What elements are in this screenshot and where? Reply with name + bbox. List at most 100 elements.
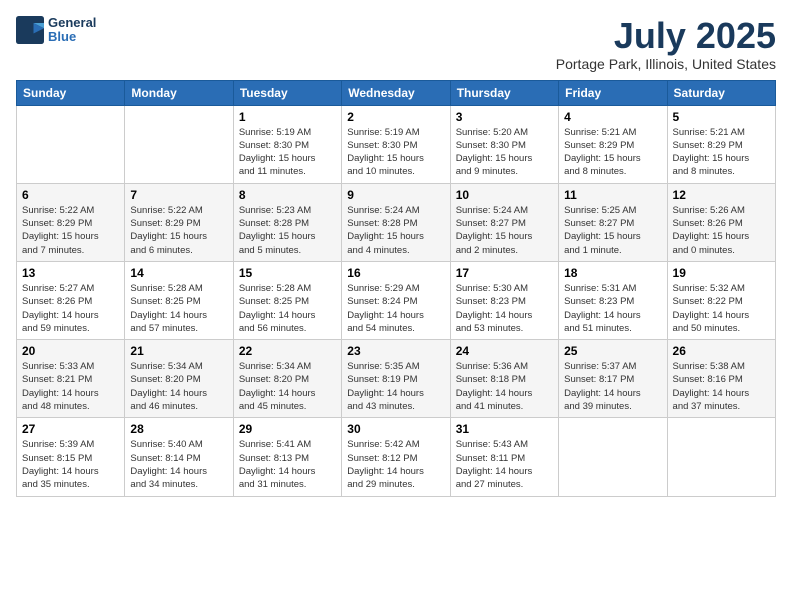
logo-line2: Blue	[48, 30, 96, 44]
day-info: Sunrise: 5:32 AM Sunset: 8:22 PM Dayligh…	[673, 282, 770, 335]
location: Portage Park, Illinois, United States	[556, 56, 776, 72]
day-number: 16	[347, 266, 444, 280]
day-number: 4	[564, 110, 661, 124]
day-number: 12	[673, 188, 770, 202]
calendar-cell: 10Sunrise: 5:24 AM Sunset: 8:27 PM Dayli…	[450, 183, 558, 261]
calendar-cell: 21 Sunrise: 5:34 AM Sunset: 8:20 PM Dayli…	[125, 340, 233, 418]
calendar-cell: 12 Sunrise: 5:26 AM Sunset: 8:26 PM Dayli…	[667, 183, 775, 261]
month-title: July 2025	[556, 16, 776, 56]
calendar-cell: 2 Sunrise: 5:19 AM Sunset: 8:30 PM Daylig…	[342, 105, 450, 183]
day-info: Sunrise: 5:40 AM Sunset: 8:14 PM Dayligh…	[130, 438, 227, 491]
day-number: 23	[347, 344, 444, 358]
calendar-cell: 15 Sunrise: 5:28 AM Sunset: 8:25 PM Dayli…	[233, 261, 341, 339]
calendar-cell: 7 Sunrise: 5:22 AM Sunset: 8:29 PM Daylig…	[125, 183, 233, 261]
day-info: Sunrise: 5:37 AM Sunset: 8:17 PM Dayligh…	[564, 360, 661, 413]
day-number: 9	[347, 188, 444, 202]
day-number: 31	[456, 422, 553, 436]
calendar-cell: 17Sunrise: 5:30 AM Sunset: 8:23 PM Dayli…	[450, 261, 558, 339]
day-info: Sunrise: 5:41 AM Sunset: 8:13 PM Dayligh…	[239, 438, 336, 491]
day-info: Sunrise: 5:19 AM Sunset: 8:30 PM Dayligh…	[239, 126, 336, 179]
day-info: Sunrise: 5:22 AM Sunset: 8:29 PM Dayligh…	[22, 204, 119, 257]
day-number: 8	[239, 188, 336, 202]
day-number: 22	[239, 344, 336, 358]
day-number: 28	[130, 422, 227, 436]
weekday-header-row: SundayMondayTuesdayWednesdayThursdayFrid…	[17, 80, 776, 105]
calendar-week-3: 13 Sunrise: 5:27 AM Sunset: 8:26 PM Dayli…	[17, 261, 776, 339]
day-info: Sunrise: 5:19 AM Sunset: 8:30 PM Dayligh…	[347, 126, 444, 179]
title-block: July 2025 Portage Park, Illinois, United…	[556, 16, 776, 72]
weekday-header-monday: Monday	[125, 80, 233, 105]
day-number: 30	[347, 422, 444, 436]
day-info: Sunrise: 5:39 AM Sunset: 8:15 PM Dayligh…	[22, 438, 119, 491]
calendar-cell: 16 Sunrise: 5:29 AM Sunset: 8:24 PM Dayli…	[342, 261, 450, 339]
calendar-cell: 24Sunrise: 5:36 AM Sunset: 8:18 PM Dayli…	[450, 340, 558, 418]
day-number: 29	[239, 422, 336, 436]
day-number: 7	[130, 188, 227, 202]
day-number: 10	[456, 188, 553, 202]
day-info: Sunrise: 5:34 AM Sunset: 8:20 PM Dayligh…	[239, 360, 336, 413]
logo-icon	[16, 16, 44, 44]
weekday-header-tuesday: Tuesday	[233, 80, 341, 105]
calendar-cell: 28 Sunrise: 5:40 AM Sunset: 8:14 PM Dayli…	[125, 418, 233, 496]
logo-line1: General	[48, 16, 96, 30]
calendar-table: SundayMondayTuesdayWednesdayThursdayFrid…	[16, 80, 776, 497]
calendar-cell	[559, 418, 667, 496]
logo-text: General Blue	[48, 16, 96, 45]
day-info: Sunrise: 5:21 AM Sunset: 8:29 PM Dayligh…	[564, 126, 661, 179]
day-number: 27	[22, 422, 119, 436]
day-number: 13	[22, 266, 119, 280]
day-info: Sunrise: 5:21 AM Sunset: 8:29 PM Dayligh…	[673, 126, 770, 179]
day-info: Sunrise: 5:28 AM Sunset: 8:25 PM Dayligh…	[130, 282, 227, 335]
day-info: Sunrise: 5:30 AM Sunset: 8:23 PM Dayligh…	[456, 282, 553, 335]
day-number: 21	[130, 344, 227, 358]
day-info: Sunrise: 5:22 AM Sunset: 8:29 PM Dayligh…	[130, 204, 227, 257]
calendar-cell: 25 Sunrise: 5:37 AM Sunset: 8:17 PM Dayli…	[559, 340, 667, 418]
day-number: 24	[456, 344, 553, 358]
day-number: 18	[564, 266, 661, 280]
calendar-cell: 30 Sunrise: 5:42 AM Sunset: 8:12 PM Dayli…	[342, 418, 450, 496]
weekday-header-wednesday: Wednesday	[342, 80, 450, 105]
day-info: Sunrise: 5:43 AM Sunset: 8:11 PM Dayligh…	[456, 438, 553, 491]
day-info: Sunrise: 5:26 AM Sunset: 8:26 PM Dayligh…	[673, 204, 770, 257]
day-info: Sunrise: 5:34 AM Sunset: 8:20 PM Dayligh…	[130, 360, 227, 413]
calendar-cell	[17, 105, 125, 183]
calendar-cell: 3Sunrise: 5:20 AM Sunset: 8:30 PM Daylig…	[450, 105, 558, 183]
logo: General Blue	[16, 16, 96, 45]
calendar-cell: 19Sunrise: 5:32 AM Sunset: 8:22 PM Dayli…	[667, 261, 775, 339]
day-number: 1	[239, 110, 336, 124]
calendar-cell: 4 Sunrise: 5:21 AM Sunset: 8:29 PM Daylig…	[559, 105, 667, 183]
day-info: Sunrise: 5:42 AM Sunset: 8:12 PM Dayligh…	[347, 438, 444, 491]
day-number: 2	[347, 110, 444, 124]
day-info: Sunrise: 5:23 AM Sunset: 8:28 PM Dayligh…	[239, 204, 336, 257]
calendar-week-5: 27 Sunrise: 5:39 AM Sunset: 8:15 PM Dayli…	[17, 418, 776, 496]
day-number: 25	[564, 344, 661, 358]
day-number: 15	[239, 266, 336, 280]
day-number: 6	[22, 188, 119, 202]
weekday-header-sunday: Sunday	[17, 80, 125, 105]
day-info: Sunrise: 5:25 AM Sunset: 8:27 PM Dayligh…	[564, 204, 661, 257]
calendar-week-2: 6 Sunrise: 5:22 AM Sunset: 8:29 PM Daylig…	[17, 183, 776, 261]
calendar-cell: 23 Sunrise: 5:35 AM Sunset: 8:19 PM Dayli…	[342, 340, 450, 418]
calendar-cell: 18 Sunrise: 5:31 AM Sunset: 8:23 PM Dayli…	[559, 261, 667, 339]
day-info: Sunrise: 5:20 AM Sunset: 8:30 PM Dayligh…	[456, 126, 553, 179]
calendar-cell: 29 Sunrise: 5:41 AM Sunset: 8:13 PM Dayli…	[233, 418, 341, 496]
calendar-cell: 6 Sunrise: 5:22 AM Sunset: 8:29 PM Daylig…	[17, 183, 125, 261]
calendar-cell	[125, 105, 233, 183]
weekday-header-thursday: Thursday	[450, 80, 558, 105]
calendar-cell: 14Sunrise: 5:28 AM Sunset: 8:25 PM Dayli…	[125, 261, 233, 339]
day-info: Sunrise: 5:24 AM Sunset: 8:28 PM Dayligh…	[347, 204, 444, 257]
calendar-week-4: 20Sunrise: 5:33 AM Sunset: 8:21 PM Dayli…	[17, 340, 776, 418]
calendar-cell: 8 Sunrise: 5:23 AM Sunset: 8:28 PM Daylig…	[233, 183, 341, 261]
calendar-week-1: 1 Sunrise: 5:19 AM Sunset: 8:30 PM Daylig…	[17, 105, 776, 183]
day-info: Sunrise: 5:35 AM Sunset: 8:19 PM Dayligh…	[347, 360, 444, 413]
day-info: Sunrise: 5:31 AM Sunset: 8:23 PM Dayligh…	[564, 282, 661, 335]
calendar-cell: 13 Sunrise: 5:27 AM Sunset: 8:26 PM Dayli…	[17, 261, 125, 339]
page-header: General Blue July 2025 Portage Park, Ill…	[16, 16, 776, 72]
day-info: Sunrise: 5:29 AM Sunset: 8:24 PM Dayligh…	[347, 282, 444, 335]
day-number: 20	[22, 344, 119, 358]
day-info: Sunrise: 5:28 AM Sunset: 8:25 PM Dayligh…	[239, 282, 336, 335]
day-info: Sunrise: 5:27 AM Sunset: 8:26 PM Dayligh…	[22, 282, 119, 335]
calendar-cell: 20Sunrise: 5:33 AM Sunset: 8:21 PM Dayli…	[17, 340, 125, 418]
calendar-cell: 27 Sunrise: 5:39 AM Sunset: 8:15 PM Dayli…	[17, 418, 125, 496]
calendar-cell	[667, 418, 775, 496]
